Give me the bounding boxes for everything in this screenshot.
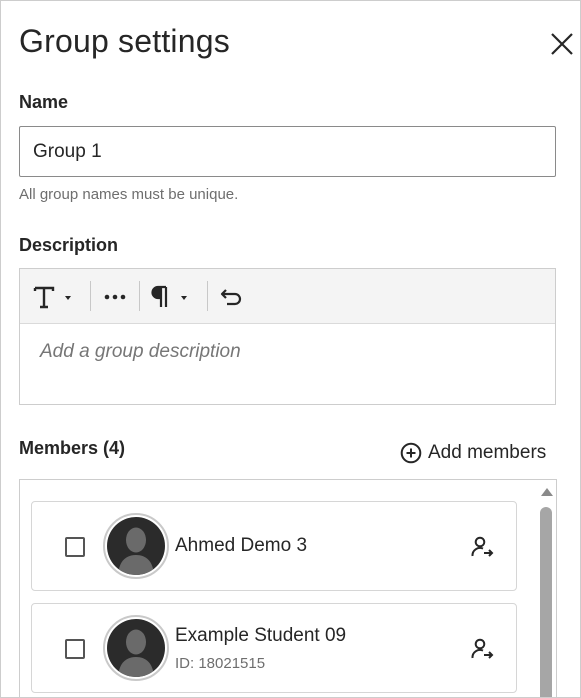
- move-user-icon: [471, 638, 494, 659]
- avatar: [103, 615, 169, 681]
- person-silhouette-icon: [118, 629, 154, 677]
- text-format-icon: [33, 286, 71, 309]
- member-id: ID: 18021515: [175, 655, 266, 672]
- name-helper-text: All group names must be unique.: [19, 186, 239, 203]
- scroll-thumb[interactable]: [540, 507, 552, 697]
- member-name: Ahmed Demo 3: [175, 535, 308, 556]
- panel-title: Group settings: [19, 23, 230, 59]
- group-name-input[interactable]: [19, 126, 556, 177]
- move-member-button[interactable]: [468, 635, 496, 663]
- member-card: Example Student 09 ID: 18021515: [31, 603, 517, 693]
- members-list[interactable]: Ahmed Demo 3 Example Student 09 ID: 1802…: [19, 479, 557, 697]
- text-format-dropdown[interactable]: [32, 269, 78, 323]
- move-member-button[interactable]: [468, 533, 496, 561]
- scroll-up-arrow-icon[interactable]: [541, 488, 553, 496]
- description-editor: Add a group description: [19, 268, 556, 405]
- member-checkbox[interactable]: [65, 537, 85, 557]
- name-label: Name: [19, 92, 69, 112]
- more-options-icon: [104, 294, 126, 300]
- close-button[interactable]: [547, 29, 577, 59]
- undo-button[interactable]: [217, 269, 247, 323]
- members-scrollbar[interactable]: [537, 480, 555, 697]
- group-settings-panel: Group settings Name All group names must…: [0, 0, 581, 698]
- add-members-button[interactable]: Add members: [400, 440, 546, 466]
- more-options-button[interactable]: [100, 269, 130, 323]
- editor-toolbar: [20, 269, 555, 324]
- member-checkbox[interactable]: [65, 639, 85, 659]
- paragraph-icon: [151, 285, 187, 307]
- member-card: Ahmed Demo 3: [31, 501, 517, 591]
- undo-icon: [220, 289, 242, 306]
- move-user-icon: [471, 536, 494, 557]
- description-label: Description: [19, 235, 119, 255]
- avatar: [103, 513, 169, 579]
- person-silhouette-icon: [118, 527, 154, 575]
- description-textarea[interactable]: Add a group description: [20, 324, 555, 404]
- member-name: Example Student 09: [175, 625, 347, 646]
- add-members-label: Add members: [428, 442, 547, 463]
- close-icon: [551, 33, 573, 55]
- add-circle-icon: [400, 442, 422, 464]
- paragraph-dropdown[interactable]: [148, 269, 194, 323]
- members-label: Members (4): [19, 438, 126, 458]
